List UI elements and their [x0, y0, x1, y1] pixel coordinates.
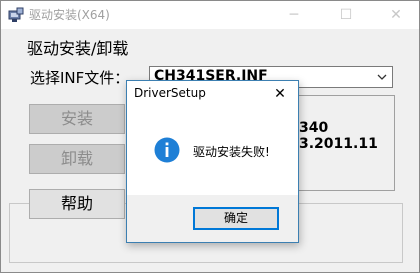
uninstall-button[interactable]: 卸载	[29, 144, 125, 174]
minimize-button[interactable]: ─	[271, 1, 317, 29]
dialog-close-button[interactable]: ✕	[262, 81, 298, 107]
error-dialog: DriverSetup ✕ 驱动安装失败! 确定	[126, 80, 299, 243]
group-label: 驱动安装/卸载	[27, 39, 129, 58]
driver-info-line-2: 3.2011.11	[299, 136, 378, 152]
dialog-body: 驱动安装失败!	[127, 109, 298, 195]
close-button[interactable]: ✕	[373, 1, 419, 29]
driver-info-line-1: 340	[299, 120, 329, 136]
info-icon	[154, 137, 180, 163]
chevron-down-icon	[377, 74, 387, 80]
dialog-message: 驱动安装失败!	[193, 145, 270, 159]
driver-setup-icon	[8, 7, 24, 22]
driver-setup-window: 驱动安装(X64) ─ ☐ ✕ 驱动安装/卸载 选择INF文件： CH341SE…	[0, 0, 420, 273]
title-bar[interactable]: 驱动安装(X64) ─ ☐ ✕	[1, 1, 419, 29]
inf-file-label: 选择INF文件：	[30, 69, 130, 87]
install-button[interactable]: 安装	[29, 104, 125, 134]
help-button[interactable]: 帮助	[29, 189, 125, 219]
window-title: 驱动安装(X64)	[29, 8, 110, 22]
ok-button[interactable]: 确定	[193, 207, 279, 230]
maximize-button[interactable]: ☐	[323, 1, 369, 29]
dialog-title: DriverSetup	[134, 86, 206, 100]
dialog-footer: 确定	[127, 195, 298, 242]
